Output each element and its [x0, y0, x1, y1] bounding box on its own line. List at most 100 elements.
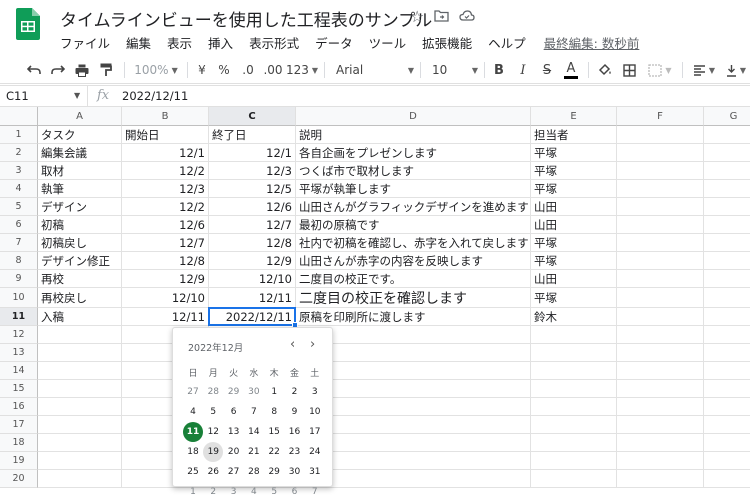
column-header-f[interactable]: F [617, 107, 704, 126]
calendar-day[interactable]: 6 [224, 402, 244, 422]
calendar-day[interactable]: 22 [264, 442, 284, 462]
number-format-select[interactable]: 123 ▼ [286, 58, 318, 82]
cell-b5[interactable]: 12/2 [122, 198, 209, 216]
calendar-day[interactable]: 20 [224, 442, 244, 462]
cell-e15[interactable] [531, 380, 617, 398]
calendar-day[interactable]: 29 [264, 462, 284, 482]
cell-e6[interactable]: 山田 [531, 216, 617, 234]
cell-g4[interactable] [704, 180, 750, 198]
row-header-8[interactable]: 8 [0, 252, 38, 270]
calendar-day[interactable]: 4 [244, 482, 264, 495]
cell-a18[interactable] [38, 434, 122, 452]
column-header-b[interactable]: B [122, 107, 209, 126]
cell-e1[interactable]: 担当者 [531, 126, 617, 144]
star-icon[interactable]: ☆ [410, 7, 424, 26]
cell-e9[interactable]: 山田 [531, 270, 617, 288]
row-header-7[interactable]: 7 [0, 234, 38, 252]
calendar-day[interactable]: 5 [264, 482, 284, 495]
calendar-day[interactable]: 21 [244, 442, 264, 462]
cell-c6[interactable]: 12/7 [209, 216, 296, 234]
cell-e8[interactable]: 平塚 [531, 252, 617, 270]
cell-b7[interactable]: 12/7 [122, 234, 209, 252]
calendar-day[interactable]: 28 [203, 382, 223, 402]
cell-b8[interactable]: 12/8 [122, 252, 209, 270]
calendar-day[interactable]: 27 [183, 382, 203, 402]
row-header-4[interactable]: 4 [0, 180, 38, 198]
cell-c7[interactable]: 12/8 [209, 234, 296, 252]
percent-format-button[interactable]: % [216, 58, 232, 82]
calendar-day[interactable]: 24 [305, 442, 325, 462]
cell-a7[interactable]: 初稿戻し [38, 234, 122, 252]
cell-f5[interactable] [617, 198, 704, 216]
menu-format[interactable]: 表示形式 [241, 33, 307, 52]
cell-f15[interactable] [617, 380, 704, 398]
cell-c1[interactable]: 終了日 [209, 126, 296, 144]
horizontal-align-icon[interactable]: ▼ [690, 58, 718, 82]
column-header-d[interactable]: D [296, 107, 531, 126]
cell-b3[interactable]: 12/2 [122, 162, 209, 180]
cell-e2[interactable]: 平塚 [531, 144, 617, 162]
menu-data[interactable]: データ [307, 33, 361, 52]
cloud-status-icon[interactable] [459, 7, 475, 26]
cell-d10[interactable]: 二度目の校正を確認します [296, 288, 531, 308]
cell-d3[interactable]: つくば市で取材します [296, 162, 531, 180]
calendar-day[interactable]: 26 [203, 462, 223, 482]
cell-a5[interactable]: デザイン [38, 198, 122, 216]
calendar-day[interactable]: 11 [183, 422, 203, 442]
menu-edit[interactable]: 編集 [118, 33, 159, 52]
calendar-day[interactable]: 29 [224, 382, 244, 402]
cell-e7[interactable]: 平塚 [531, 234, 617, 252]
cell-b10[interactable]: 12/10 [122, 288, 209, 308]
calendar-day[interactable]: 2 [285, 382, 305, 402]
calendar-day[interactable]: 9 [285, 402, 305, 422]
calendar-day[interactable]: 30 [244, 382, 264, 402]
cell-f14[interactable] [617, 362, 704, 380]
cell-g11[interactable] [704, 308, 750, 326]
calendar-day[interactable]: 25 [183, 462, 203, 482]
cell-f12[interactable] [617, 326, 704, 344]
menu-file[interactable]: ファイル [52, 33, 118, 52]
italic-button[interactable]: I [514, 58, 532, 82]
cell-a6[interactable]: 初稿 [38, 216, 122, 234]
calendar-day[interactable]: 5 [203, 402, 223, 422]
calendar-day[interactable]: 4 [183, 402, 203, 422]
document-title[interactable]: タイムラインビューを使用した工程表のサンプル [60, 6, 432, 31]
chevron-down-icon[interactable]: ▼ [74, 91, 80, 100]
formula-input[interactable]: 2022/12/11 [122, 89, 188, 103]
cell-a11[interactable]: 入稿 [38, 308, 122, 326]
calendar-day[interactable]: 1 [183, 482, 203, 495]
move-folder-icon[interactable] [434, 7, 449, 26]
row-header-3[interactable]: 3 [0, 162, 38, 180]
cell-a16[interactable] [38, 398, 122, 416]
decrease-decimal-button[interactable]: .0 [238, 58, 258, 82]
row-header-2[interactable]: 2 [0, 144, 38, 162]
cell-g15[interactable] [704, 380, 750, 398]
menu-view[interactable]: 表示 [159, 33, 200, 52]
cell-e17[interactable] [531, 416, 617, 434]
cell-c4[interactable]: 12/5 [209, 180, 296, 198]
cell-a10[interactable]: 再校戻し [38, 288, 122, 308]
row-header-19[interactable]: 19 [0, 452, 38, 470]
cell-a2[interactable]: 編集会議 [38, 144, 122, 162]
calendar-day[interactable]: 17 [305, 422, 325, 442]
calendar-day[interactable]: 7 [244, 402, 264, 422]
chevron-left-icon[interactable]: ‹ [290, 337, 295, 352]
cell-e3[interactable]: 平塚 [531, 162, 617, 180]
cell-b4[interactable]: 12/3 [122, 180, 209, 198]
cell-a1[interactable]: タスク [38, 126, 122, 144]
redo-icon[interactable] [48, 58, 68, 82]
select-all-corner[interactable] [0, 107, 38, 126]
cell-e20[interactable] [531, 470, 617, 488]
cell-f17[interactable] [617, 416, 704, 434]
cell-b1[interactable]: 開始日 [122, 126, 209, 144]
cell-e5[interactable]: 山田 [531, 198, 617, 216]
cell-f20[interactable] [617, 470, 704, 488]
cell-f11[interactable] [617, 308, 704, 326]
cell-a20[interactable] [38, 470, 122, 488]
calendar-day[interactable]: 14 [244, 422, 264, 442]
cell-a17[interactable] [38, 416, 122, 434]
cell-d4[interactable]: 平塚が執筆します [296, 180, 531, 198]
calendar-day[interactable]: 12 [203, 422, 223, 442]
cell-g6[interactable] [704, 216, 750, 234]
cell-f18[interactable] [617, 434, 704, 452]
